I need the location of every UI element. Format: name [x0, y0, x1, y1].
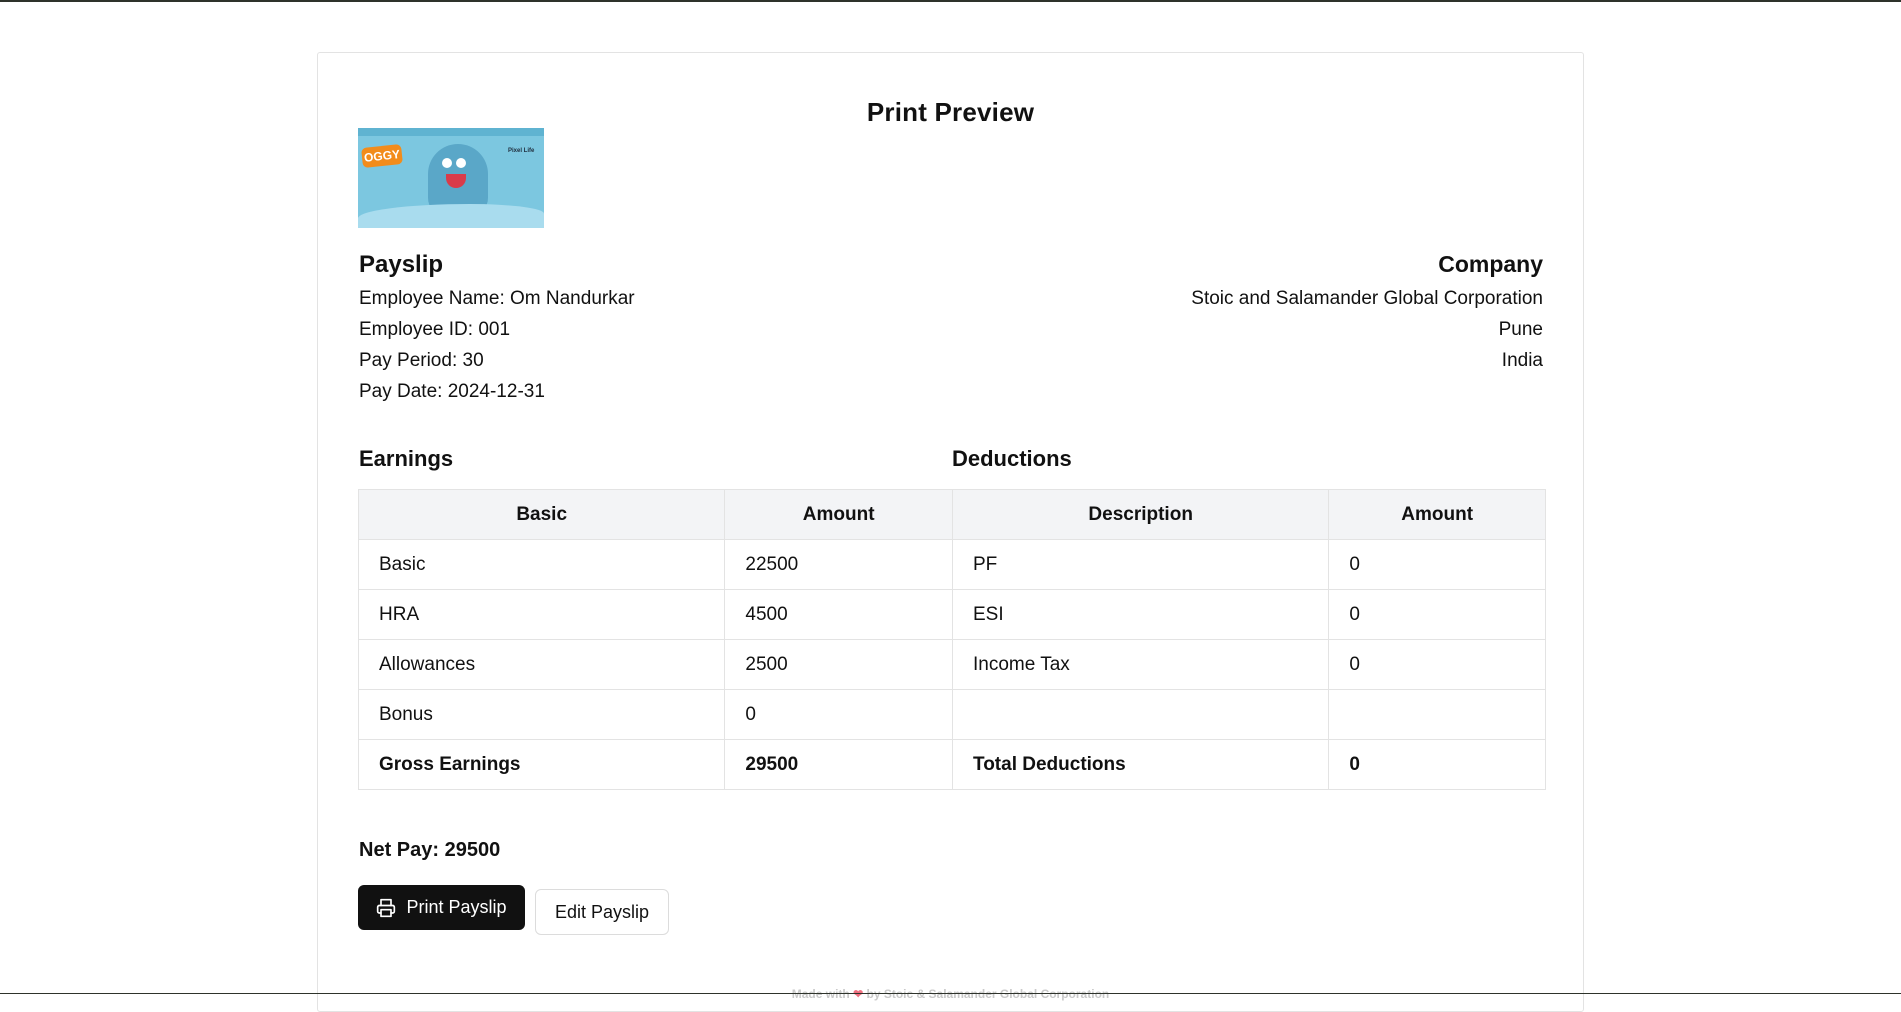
earning-amount: 4500 — [724, 589, 953, 640]
earning-amount: 2500 — [724, 639, 953, 690]
table-row: PF 0 — [951, 539, 1546, 590]
deduction-amount — [1328, 689, 1546, 740]
earnings-heading: Earnings — [359, 446, 454, 471]
page-title: Print Preview — [866, 97, 1035, 127]
company-logo: OGGY Pixel Life — [358, 128, 544, 228]
earning-label: Bonus — [357, 689, 726, 740]
gross-earnings-amount: 29500 — [724, 739, 953, 790]
company-city: Pune — [1498, 319, 1543, 340]
earning-label: HRA — [357, 589, 726, 640]
earning-label: Allowances — [357, 639, 726, 690]
print-payslip-button[interactable]: Print Payslip — [358, 885, 525, 930]
payslip-card: Print Preview OGGY Pixel Life Payslip Em… — [317, 52, 1584, 1012]
logo-eye-left — [442, 158, 452, 168]
column-header: Description — [951, 489, 1330, 540]
table-row — [951, 689, 1546, 740]
column-header: Amount — [1328, 489, 1546, 540]
table-row: Income Tax 0 — [951, 639, 1546, 690]
earnings-table: Basic Amount Basic 22500 HRA 4500 Allowa… — [357, 489, 953, 790]
employee-id: Employee ID: 001 — [359, 319, 511, 340]
earning-amount: 22500 — [724, 539, 953, 590]
earning-amount: 0 — [724, 689, 953, 740]
logo-wave — [358, 204, 544, 228]
printer-icon — [377, 898, 396, 917]
heart-icon: ❤ — [853, 987, 864, 1001]
deduction-label: PF — [951, 539, 1330, 590]
employee-name: Employee Name: Om Nandurkar — [359, 288, 635, 309]
total-row: Total Deductions 0 — [951, 739, 1546, 790]
company-name: Stoic and Salamander Global Corporation — [1191, 288, 1543, 309]
footer-made-with: Made with — [791, 987, 850, 1001]
total-deductions-label: Total Deductions — [951, 739, 1330, 790]
deductions-table: Description Amount PF 0 ESI 0 Income Tax… — [951, 489, 1546, 790]
company-heading: Company — [1438, 251, 1543, 277]
deduction-label: Income Tax — [951, 639, 1330, 690]
deduction-label: ESI — [951, 589, 1330, 640]
logo-wordmark: OGGY — [361, 143, 403, 169]
earning-label: Basic — [357, 539, 726, 590]
top-border — [0, 0, 1901, 2]
table-row: HRA 4500 — [357, 589, 953, 640]
logo-tag: Pixel Life — [508, 148, 535, 154]
table-row: Allowances 2500 — [357, 639, 953, 690]
deduction-label — [951, 689, 1330, 740]
logo-band — [358, 128, 544, 136]
table-header-row: Description Amount — [951, 489, 1546, 540]
deduction-amount: 0 — [1328, 539, 1546, 590]
edit-payslip-button[interactable]: Edit Payslip — [535, 889, 669, 935]
total-row: Gross Earnings 29500 — [357, 739, 953, 790]
deduction-amount: 0 — [1328, 589, 1546, 640]
column-header: Amount — [724, 489, 953, 540]
net-pay: Net Pay: 29500 — [359, 839, 501, 861]
payslip-heading: Payslip — [359, 251, 444, 278]
total-deductions-amount: 0 — [1328, 739, 1546, 790]
pay-date: Pay Date: 2024-12-31 — [359, 381, 545, 402]
footer-by: by Stoic & Salamander Global Corporation — [866, 987, 1110, 1001]
footer-credit: Made with ❤ by Stoic & Salamander Global… — [318, 987, 1583, 1001]
table-row: Basic 22500 — [357, 539, 953, 590]
logo-eye-right — [456, 158, 466, 168]
pay-period: Pay Period: 30 — [359, 350, 484, 371]
print-payslip-label: Print Payslip — [406, 897, 507, 917]
deductions-heading: Deductions — [952, 446, 1072, 471]
column-header: Basic — [357, 489, 726, 540]
deduction-amount: 0 — [1328, 639, 1546, 690]
table-header-row: Basic Amount — [357, 489, 953, 540]
table-row: Bonus 0 — [357, 689, 953, 740]
company-country: India — [1501, 350, 1543, 371]
table-row: ESI 0 — [951, 589, 1546, 640]
gross-earnings-label: Gross Earnings — [357, 739, 726, 790]
